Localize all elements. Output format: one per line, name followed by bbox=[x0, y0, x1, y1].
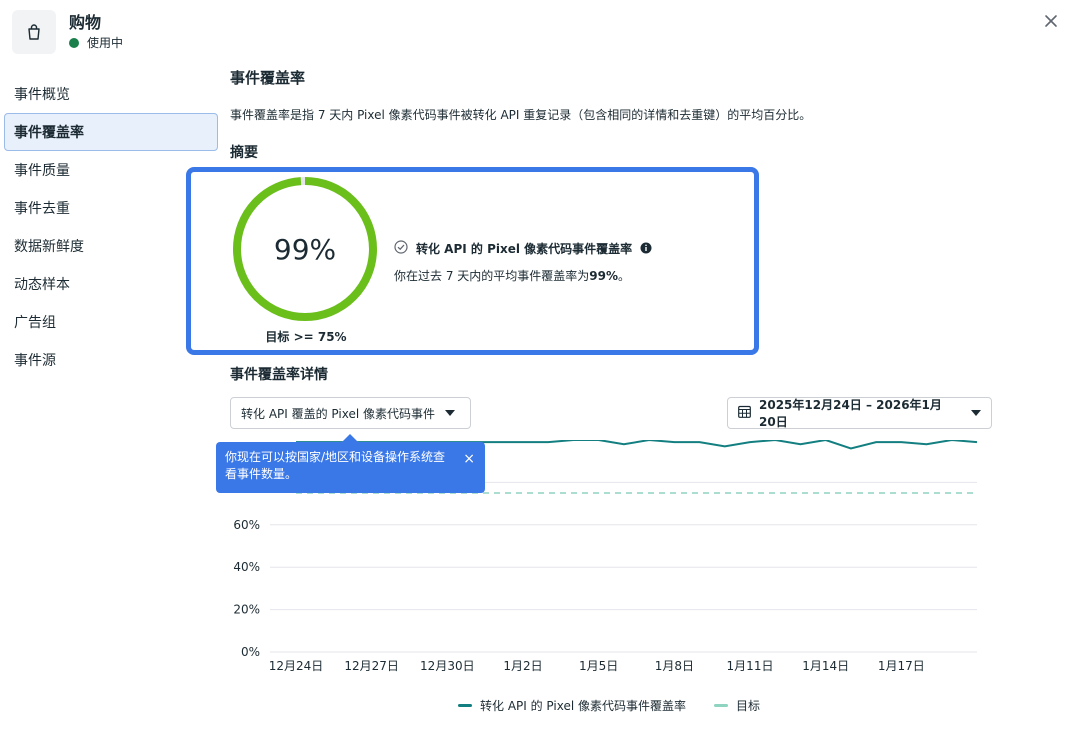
metric-row: 转化 API 的 Pixel 像素代码事件覆盖率 bbox=[394, 239, 652, 258]
status-dot-icon bbox=[69, 38, 79, 48]
y-tick-label: 20% bbox=[233, 603, 260, 617]
page-description: 事件覆盖率是指 7 天内 Pixel 像素代码事件被转化 API 重复记录（包含… bbox=[230, 108, 812, 122]
sidebar-item-event-overview[interactable]: 事件概览 bbox=[4, 75, 218, 113]
x-tick-label: 1月8日 bbox=[655, 659, 694, 673]
metric-sub-value: 99% bbox=[589, 269, 618, 283]
page-title: 事件覆盖率 bbox=[230, 69, 306, 87]
tooltip-text: 你现在可以按国家/地区和设备操作系统查看事件数量。 bbox=[225, 450, 446, 481]
sidebar-item-event-coverage[interactable]: 事件覆盖率 bbox=[4, 113, 218, 151]
chart-legend: 转化 API 的 Pixel 像素代码事件覆盖率 目标 bbox=[458, 697, 788, 714]
legend-swatch-coverage bbox=[458, 704, 472, 707]
series-dropdown-label: 转化 API 覆盖的 Pixel 像素代码事件 bbox=[241, 406, 435, 421]
legend-label-coverage: 转化 API 的 Pixel 像素代码事件覆盖率 bbox=[480, 699, 686, 713]
series-dropdown[interactable]: 转化 API 覆盖的 Pixel 像素代码事件 bbox=[230, 397, 471, 429]
x-tick-label: 12月27日 bbox=[344, 659, 399, 673]
summary-title: 摘要 bbox=[230, 145, 258, 161]
app-title: 购物 bbox=[69, 13, 102, 32]
y-tick-label: 60% bbox=[233, 518, 260, 532]
y-tick-label: 40% bbox=[233, 560, 260, 574]
y-tick-label: 0% bbox=[241, 645, 260, 659]
legend-item-coverage[interactable]: 转化 API 的 Pixel 像素代码事件覆盖率 bbox=[458, 697, 686, 714]
legend-item-target[interactable]: 目标 bbox=[714, 697, 760, 714]
shopping-bag-icon bbox=[12, 10, 56, 54]
details-title: 事件覆盖率详情 bbox=[230, 367, 328, 383]
x-tick-label: 1月11日 bbox=[727, 659, 774, 673]
date-range-label: 2025年12月24日 – 2026年1月20日 bbox=[759, 398, 942, 429]
target-label: 目标 >= 75% bbox=[265, 330, 347, 344]
info-tooltip: 你现在可以按国家/地区和设备操作系统查看事件数量。 × bbox=[216, 434, 485, 493]
calendar-icon bbox=[738, 405, 751, 421]
metric-title: 转化 API 的 Pixel 像素代码事件覆盖率 bbox=[416, 242, 633, 256]
caret-down-icon bbox=[445, 410, 455, 416]
legend-label-target: 目标 bbox=[736, 699, 761, 713]
x-tick-label: 1月5日 bbox=[579, 659, 618, 673]
coverage-percent: 99% bbox=[273, 232, 337, 266]
check-circle-icon bbox=[394, 239, 408, 258]
metric-sub-prefix: 你在过去 7 天内的平均事件覆盖率为 bbox=[394, 269, 590, 283]
app-header: 购物 使用中 bbox=[12, 10, 123, 54]
status-text: 使用中 bbox=[87, 36, 124, 50]
info-icon[interactable] bbox=[640, 239, 652, 258]
tooltip-close-icon[interactable]: × bbox=[463, 451, 475, 468]
status-badge: 使用中 bbox=[69, 34, 123, 52]
metric-subtext: 你在过去 7 天内的平均事件覆盖率为99%。 bbox=[394, 267, 630, 284]
close-icon[interactable] bbox=[1040, 10, 1062, 32]
x-tick-label: 12月30日 bbox=[420, 659, 475, 673]
x-tick-label: 12月24日 bbox=[269, 659, 324, 673]
legend-swatch-target bbox=[714, 704, 728, 707]
coverage-ring: 99% bbox=[231, 175, 379, 323]
x-tick-label: 1月14日 bbox=[802, 659, 849, 673]
date-range-picker[interactable]: 2025年12月24日 – 2026年1月20日 bbox=[727, 397, 992, 429]
x-tick-label: 1月2日 bbox=[503, 659, 542, 673]
summary-card: 99% 目标 >= 75% 转化 API 的 Pixel 像素代码事件覆盖率 你… bbox=[186, 167, 759, 355]
caret-down-icon bbox=[971, 410, 981, 416]
x-tick-label: 1月17日 bbox=[878, 659, 925, 673]
metric-sub-suffix: 。 bbox=[618, 269, 631, 283]
